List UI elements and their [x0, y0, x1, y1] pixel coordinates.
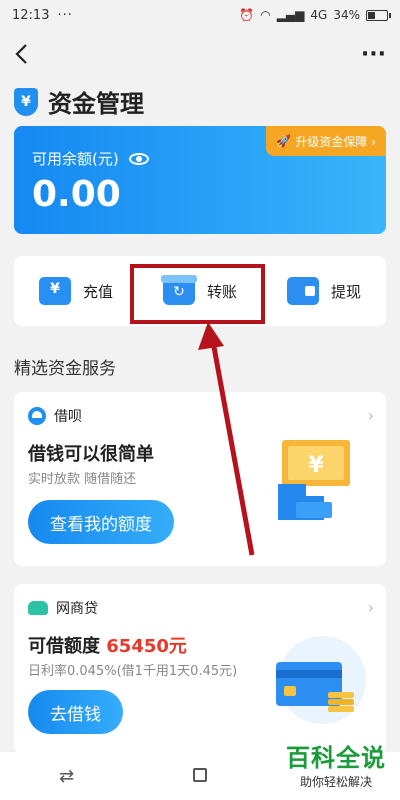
balance-label-row: 可用余额(元) — [32, 148, 149, 169]
interest-rate: 日利率0.045%(借1千用1天0.45元) — [28, 664, 238, 679]
back-button[interactable] — [14, 41, 40, 67]
alarm-icon: ⏰ — [239, 8, 255, 22]
balance-value: 0.00 — [32, 174, 121, 215]
battery-icon — [366, 9, 391, 21]
jiebei-subtitle: 实时放款 随借随还 — [28, 472, 137, 487]
status-time: 12:13 — [12, 7, 50, 23]
balance-card: 可用余额(元) 0.00 🚀 升级资金保障 › — [14, 126, 386, 234]
page-title: 资金管理 — [48, 90, 144, 118]
withdraw-icon — [286, 277, 319, 305]
wangshangdai-heading: 可借额度 65450元 — [28, 632, 187, 658]
signal-icon: ▂▄▆ — [276, 8, 305, 22]
watermark-main: 百科全说 — [286, 744, 386, 772]
credit-limit-amount: 65450元 — [106, 636, 187, 657]
notification-dots: ··· — [57, 7, 73, 23]
recharge-label: 充值 — [82, 282, 113, 301]
upgrade-label: 升级资金保障 › — [295, 134, 376, 149]
network-type: 4G — [310, 8, 328, 22]
credit-limit-label: 可借额度 — [28, 636, 107, 657]
jiebei-card[interactable]: 借呗 › 借钱可以很简单 实时放款 随借随还 查看我的额度 ¥ — [14, 392, 386, 566]
wangshangdai-card[interactable]: 网商贷 › 可借额度 65450元 日利率0.045%(借1千用1天0.45元)… — [14, 584, 386, 754]
jiebei-brand: 借呗 — [54, 409, 82, 425]
wangshangdai-brand: 网商贷 — [56, 601, 98, 617]
eye-icon[interactable] — [128, 152, 149, 165]
upgrade-protection-button[interactable]: 🚀 升级资金保障 › — [266, 126, 386, 156]
home-button[interactable] — [160, 766, 240, 787]
yen-card-illustration: ¥ — [278, 440, 350, 520]
withdraw-button[interactable]: 提现 — [262, 256, 386, 326]
chevron-left-icon — [15, 44, 27, 64]
more-button[interactable]: ··· — [361, 42, 386, 67]
nav-bar: ··· — [0, 30, 400, 78]
bank-card-illustration — [276, 636, 366, 724]
square-icon — [192, 767, 207, 782]
wangshangdai-brand-row: 网商贷 — [28, 598, 98, 618]
wangshangdai-logo-icon — [28, 601, 48, 615]
svg-text:¥: ¥ — [308, 453, 324, 478]
view-credit-limit-button[interactable]: 查看我的额度 — [28, 500, 174, 544]
wifi-icon: ◠ — [260, 8, 271, 22]
withdraw-label: 提现 — [330, 282, 361, 301]
recharge-icon — [38, 277, 71, 305]
chevron-right-icon[interactable]: › — [368, 406, 374, 425]
highlight-box — [130, 264, 265, 324]
jiebei-logo-icon — [28, 407, 46, 425]
battery-percent: 34% — [333, 8, 360, 22]
jiebei-brand-row: 借呗 — [28, 406, 82, 426]
page-header: ¥ 资金管理 — [14, 84, 144, 119]
watermark-sub: 助你轻松解决 — [299, 775, 372, 789]
status-bar: 12:13 ··· ⏰ ◠ ▂▄▆ 4G 34% — [0, 0, 400, 30]
switch-apps-icon[interactable]: ⇄ — [27, 766, 107, 787]
watermark: 百科全说 助你轻松解决 — [286, 738, 386, 790]
recharge-button[interactable]: 充值 — [14, 256, 138, 326]
shield-icon: ¥ — [14, 87, 38, 116]
jiebei-heading: 借钱可以很简单 — [28, 444, 154, 465]
chevron-right-icon[interactable]: › — [368, 598, 374, 617]
balance-label: 可用余额(元) — [32, 150, 119, 168]
rocket-icon: 🚀 — [276, 134, 292, 148]
section-title: 精选资金服务 — [14, 359, 116, 379]
borrow-button[interactable]: 去借钱 — [28, 690, 123, 734]
